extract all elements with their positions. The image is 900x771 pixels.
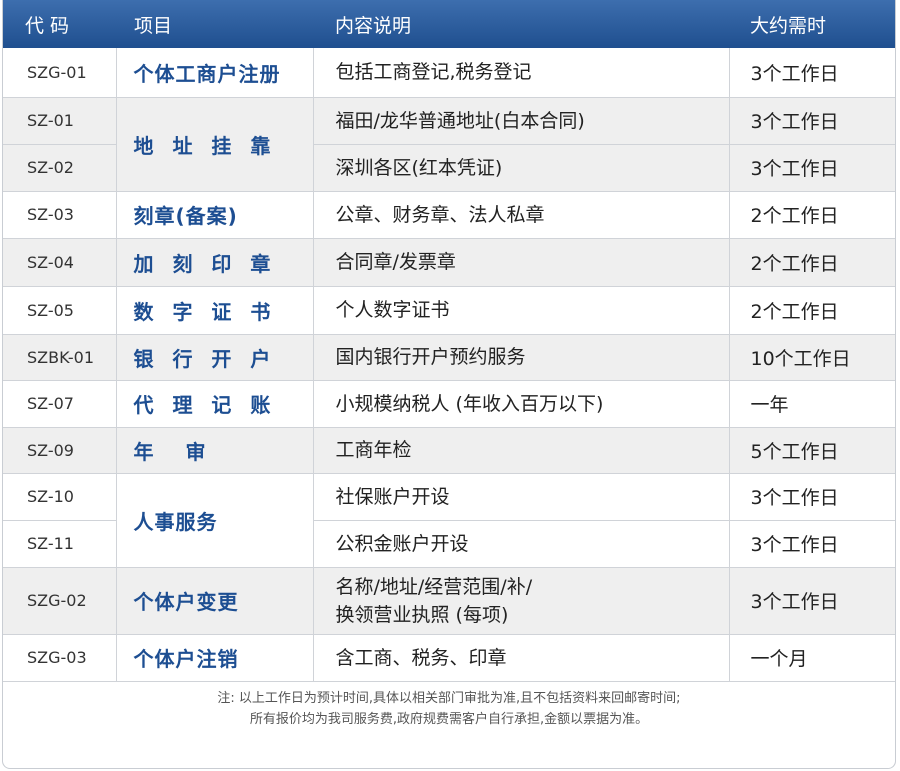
row-item: 刻章(备案) [116,191,314,239]
table-row: SZ-01 地 址 挂 靠 福田/龙华普通地址(白本合同) 3个工作日 [3,97,895,192]
price-table-card: 代 码 项目 内容说明 大约需时 SZG-01 个体工商户注册 包括工商登记,税… [2,0,896,769]
row-desc: 工商年检 [313,427,730,474]
table-row: SZ-05 数 字 证 书 个人数字证书 2个工作日 [3,286,895,335]
row-time: 3个工作日 [729,567,895,635]
row-code: SZ-02 [3,144,117,192]
row-desc-line: 换领营业执照 (每项) [335,603,509,626]
row-desc: 福田/龙华普通地址(白本合同) [313,97,730,145]
row-code: SZBK-01 [3,334,117,381]
row-desc: 公章、财务章、法人私章 [313,191,730,239]
row-code: SZG-03 [3,634,117,682]
header-item: 项目 [116,0,313,48]
row-item: 人事服务 [116,473,314,568]
row-desc: 名称/地址/经营范围/补/ 换领营业执照 (每项) [313,567,730,635]
row-desc: 个人数字证书 [313,286,730,335]
row-code: SZ-03 [3,191,117,239]
row-desc: 深圳各区(红本凭证) [313,144,730,192]
row-code: SZ-01 [3,97,117,145]
row-desc: 小规模纳税人 (年收入百万以下) [313,380,730,428]
row-time: 5个工作日 [729,427,895,474]
row-code: SZ-09 [3,427,117,474]
row-time: 2个工作日 [729,286,895,335]
table-row: SZ-09 年 审 工商年检 5个工作日 [3,427,895,474]
table-header: 代 码 项目 内容说明 大约需时 [3,0,895,48]
table-row: SZ-04 加 刻 印 章 合同章/发票章 2个工作日 [3,238,895,287]
row-item: 年 审 [116,427,314,474]
header-code: 代 码 [3,0,116,48]
row-time: 3个工作日 [729,473,895,521]
service-table: 代 码 项目 内容说明 大约需时 SZG-01 个体工商户注册 包括工商登记,税… [3,0,895,682]
row-time: 一年 [729,380,895,428]
row-item: 个体户变更 [116,567,314,635]
row-item: 地 址 挂 靠 [116,97,314,192]
row-item: 银 行 开 户 [116,334,314,381]
row-code: SZG-02 [3,567,117,635]
row-code: SZ-11 [3,520,117,568]
row-time: 3个工作日 [729,144,895,192]
row-desc: 合同章/发票章 [313,238,730,287]
table-row: SZG-02 个体户变更 名称/地址/经营范围/补/ 换领营业执照 (每项) 3… [3,567,895,635]
row-code: SZ-04 [3,238,117,287]
row-desc-line: 名称/地址/经营范围/补/ [335,575,533,598]
row-time: 3个工作日 [729,520,895,568]
row-desc: 公积金账户开设 [313,520,730,568]
table-row: SZ-10 人事服务 社保账户开设 3个工作日 [3,473,895,568]
header-time: 大约需时 [729,0,895,48]
row-code: SZ-10 [3,473,117,521]
row-time: 一个月 [729,634,895,682]
row-time: 2个工作日 [729,238,895,287]
row-desc: 社保账户开设 [313,473,730,521]
row-desc: 国内银行开户预约服务 [313,334,730,381]
table-row: SZBK-01 银 行 开 户 国内银行开户预约服务 10个工作日 [3,334,895,381]
row-item: 个体工商户注册 [116,48,314,98]
table-row: SZG-03 个体户注销 含工商、税务、印章 一个月 [3,634,895,682]
row-item: 代 理 记 账 [116,380,314,428]
row-time: 3个工作日 [729,48,895,98]
row-item: 个体户注销 [116,634,314,682]
row-code: SZ-07 [3,380,117,428]
row-time: 3个工作日 [729,97,895,145]
row-item: 数 字 证 书 [116,286,314,335]
row-time: 2个工作日 [729,191,895,239]
row-desc: 包括工商登记,税务登记 [313,48,730,98]
row-time: 10个工作日 [729,334,895,381]
row-item: 加 刻 印 章 [116,238,314,287]
table-row: SZG-01 个体工商户注册 包括工商登记,税务登记 3个工作日 [3,48,895,98]
table-row: SZ-03 刻章(备案) 公章、财务章、法人私章 2个工作日 [3,191,895,239]
footnote-line: 所有报价均为我司服务费,政府规费需客户自行承担,金额以票据为准。 [249,712,649,727]
row-code: SZ-05 [3,286,117,335]
footnote: 注: 以上工作日为预计时间,具体以相关部门审批为准,且不包括资料来回邮寄时间; … [3,688,895,730]
header-desc: 内容说明 [313,0,729,48]
row-desc: 含工商、税务、印章 [313,634,730,682]
footnote-line: 注: 以上工作日为预计时间,具体以相关部门审批为准,且不包括资料来回邮寄时间; [217,691,681,706]
row-code: SZG-01 [3,48,117,98]
table-row: SZ-07 代 理 记 账 小规模纳税人 (年收入百万以下) 一年 [3,380,895,428]
